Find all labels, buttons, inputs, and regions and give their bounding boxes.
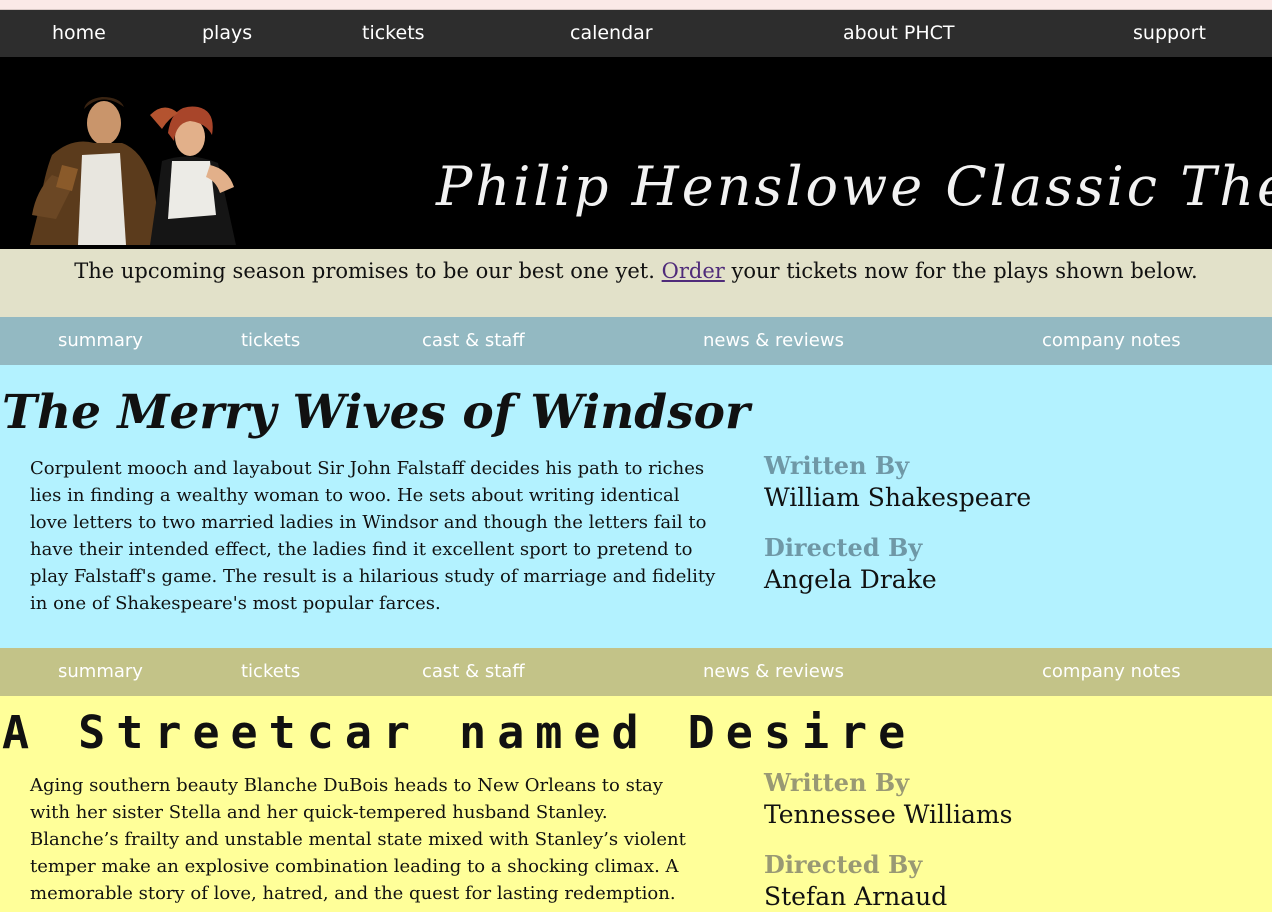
- subnav-cast-staff[interactable]: cast & staff: [422, 648, 525, 696]
- play-summary: Aging southern beauty Blanche DuBois hea…: [30, 775, 686, 904]
- theatre-title: Philip Henslowe Classic Theatre: [436, 155, 1272, 218]
- top-accent-line: [0, 0, 1272, 10]
- director-name: Stefan Arnaud: [764, 882, 948, 911]
- subnav-summary[interactable]: summary: [58, 317, 143, 365]
- director-name: Angela Drake: [764, 565, 937, 594]
- main-navigation: home plays tickets calendar about PHCT s…: [0, 10, 1272, 57]
- written-by-label: Written By: [764, 768, 910, 797]
- nav-tickets[interactable]: tickets: [362, 10, 425, 57]
- site-banner: Philip Henslowe Classic Theatre: [0, 57, 1272, 249]
- nav-calendar[interactable]: calendar: [570, 10, 653, 57]
- subnav-news-reviews[interactable]: news & reviews: [703, 648, 844, 696]
- play-summary: Corpulent mooch and layabout Sir John Fa…: [30, 458, 716, 614]
- play-title: A Streetcar named Desire: [2, 706, 917, 759]
- nav-plays[interactable]: plays: [202, 10, 252, 57]
- intro-text-before: The upcoming season promises to be our b…: [74, 259, 655, 283]
- subnav-tickets[interactable]: tickets: [241, 317, 300, 365]
- subnav-summary[interactable]: summary: [58, 648, 143, 696]
- subnav-company-notes[interactable]: company notes: [1042, 648, 1181, 696]
- subnav-tickets[interactable]: tickets: [241, 648, 300, 696]
- actors-photo: [30, 97, 236, 245]
- intro-text-after: your tickets now for the plays shown bel…: [731, 259, 1198, 283]
- written-by-label: Written By: [764, 451, 910, 480]
- subnav-news-reviews[interactable]: news & reviews: [703, 317, 844, 365]
- play-section-merry-wives: The Merry Wives of Windsor Corpulent moo…: [0, 365, 1272, 648]
- directed-by-label: Directed By: [764, 533, 923, 562]
- directed-by-label: Directed By: [764, 850, 923, 879]
- order-link[interactable]: Order: [662, 259, 725, 283]
- nav-support[interactable]: support: [1133, 10, 1206, 57]
- subnav-cast-staff[interactable]: cast & staff: [422, 317, 525, 365]
- play-section-streetcar: A Streetcar named Desire Aging southern …: [0, 696, 1272, 912]
- nav-home[interactable]: home: [52, 10, 106, 57]
- author-name: William Shakespeare: [764, 483, 1032, 512]
- play-title: The Merry Wives of Windsor: [2, 385, 750, 440]
- intro-message: The upcoming season promises to be our b…: [0, 249, 1272, 317]
- subnav-company-notes[interactable]: company notes: [1042, 317, 1181, 365]
- author-name: Tennessee Williams: [764, 800, 1013, 829]
- play-subnav-streetcar: summary tickets cast & staff news & revi…: [0, 648, 1272, 696]
- nav-about[interactable]: about PHCT: [843, 10, 954, 57]
- play-subnav-merry-wives: summary tickets cast & staff news & revi…: [0, 317, 1272, 365]
- play-credits: Written By William Shakespeare Directed …: [764, 451, 1031, 615]
- play-credits: Written By Tennessee Williams Directed B…: [764, 768, 1012, 912]
